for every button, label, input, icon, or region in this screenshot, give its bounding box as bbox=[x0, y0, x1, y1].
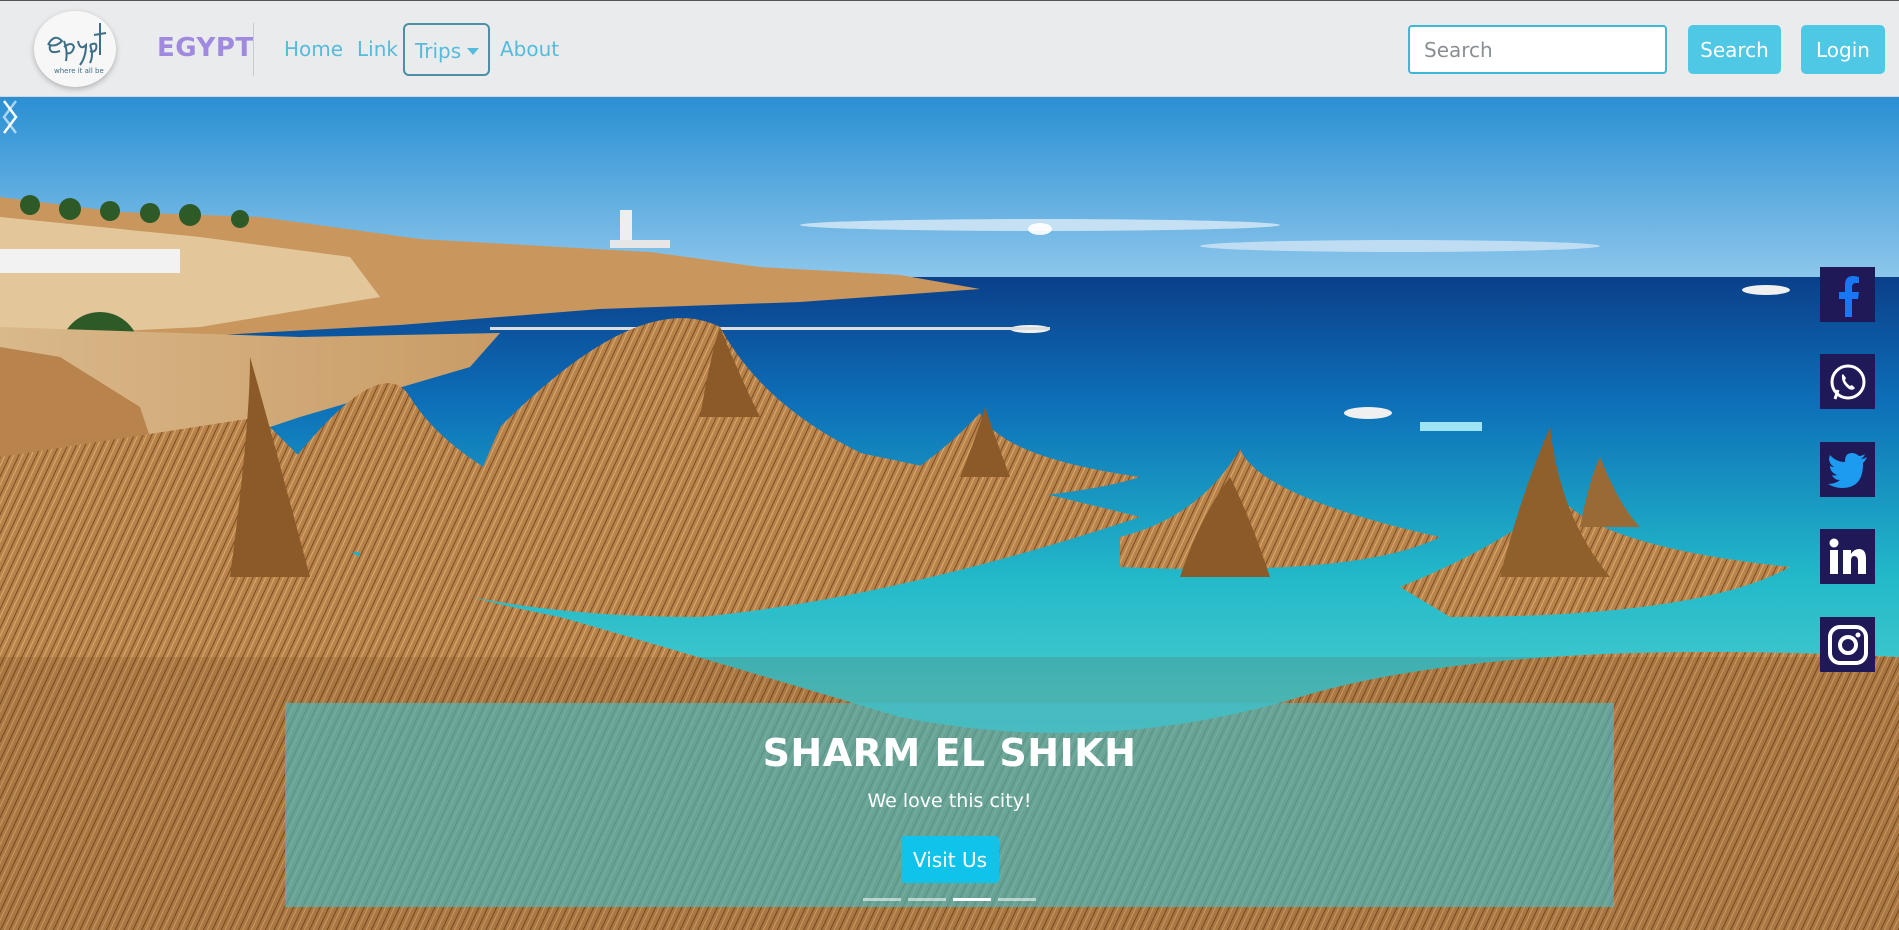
twitter-icon[interactable] bbox=[1820, 442, 1875, 497]
instagram-icon[interactable] bbox=[1820, 617, 1875, 672]
chevron-right-icon[interactable] bbox=[0, 97, 20, 137]
linkedin-icon[interactable] bbox=[1820, 529, 1875, 584]
carousel-indicator-2[interactable] bbox=[908, 898, 946, 901]
nav-link-link[interactable]: Link bbox=[357, 37, 398, 61]
carousel-caption: SHARM EL SHIKH We love this city! Visit … bbox=[285, 703, 1614, 907]
egypt-logo-icon[interactable]: where it all be bbox=[34, 11, 116, 87]
visit-us-button[interactable]: Visit Us bbox=[901, 836, 999, 883]
brand-name[interactable]: EGYPT bbox=[157, 33, 254, 63]
search-input[interactable] bbox=[1408, 25, 1667, 74]
carousel-indicator-4[interactable] bbox=[998, 898, 1036, 901]
nav-about-link[interactable]: About bbox=[500, 37, 559, 61]
carousel-indicator-1[interactable] bbox=[863, 898, 901, 901]
nav-trips-label: Trips bbox=[415, 39, 462, 63]
login-button[interactable]: Login bbox=[1801, 25, 1885, 74]
slide-subtitle: We love this city! bbox=[867, 790, 1032, 812]
whatsapp-icon[interactable] bbox=[1820, 354, 1875, 409]
search-button[interactable]: Search bbox=[1688, 25, 1781, 74]
nav-home-link[interactable]: Home bbox=[284, 37, 343, 61]
caret-down-icon bbox=[467, 48, 479, 55]
svg-text:where it all be: where it all be bbox=[54, 67, 104, 75]
facebook-icon[interactable] bbox=[1820, 267, 1875, 322]
nav-trips-dropdown[interactable]: Trips bbox=[403, 23, 490, 76]
navbar: where it all be EGYPT Home Link Trips Ab… bbox=[0, 0, 1899, 97]
carousel-indicator-3[interactable] bbox=[953, 898, 991, 901]
navbar-divider bbox=[253, 23, 254, 76]
slide-title: SHARM EL SHIKH bbox=[762, 731, 1137, 775]
